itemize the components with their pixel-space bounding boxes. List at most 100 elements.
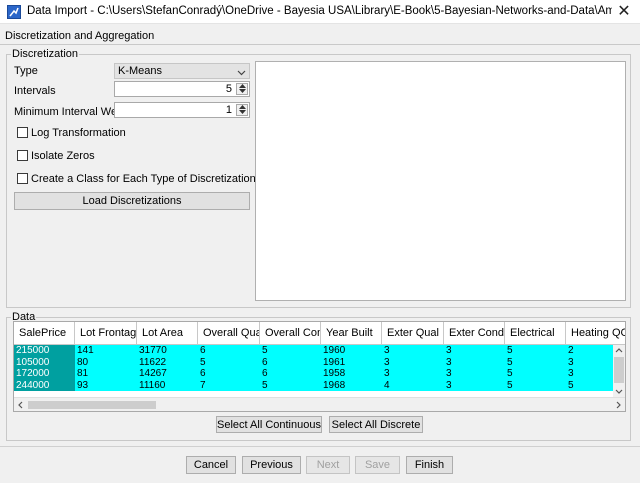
- table-cell[interactable]: 81: [75, 368, 137, 380]
- table-cell[interactable]: 215000: [14, 345, 75, 357]
- table-cell[interactable]: 3: [444, 379, 505, 391]
- table-row[interactable]: 244000 93 11160 7 5 1968 4 3 5 5: [14, 379, 614, 391]
- divider: [0, 446, 640, 447]
- table-cell[interactable]: 3: [444, 368, 505, 380]
- column-header[interactable]: Year Built: [321, 322, 382, 345]
- table-cell[interactable]: 3: [444, 345, 505, 357]
- table-cell[interactable]: 4: [382, 379, 444, 391]
- intervals-stepper[interactable]: 5: [114, 81, 250, 97]
- previous-button[interactable]: Previous: [242, 456, 301, 474]
- intervals-label: Intervals: [14, 85, 56, 97]
- spinner-buttons[interactable]: [236, 83, 248, 95]
- type-value: K-Means: [118, 65, 163, 77]
- log-transform-checkbox[interactable]: [17, 127, 28, 138]
- class-each-type-label: Create a Class for Each Type of Discreti…: [31, 173, 256, 185]
- spin-down-icon[interactable]: [237, 89, 247, 94]
- spinner-buttons[interactable]: [236, 104, 248, 116]
- close-icon[interactable]: ✕: [614, 2, 634, 21]
- table-cell[interactable]: 7: [198, 379, 260, 391]
- table-cell[interactable]: 5: [505, 356, 566, 368]
- table-cell[interactable]: 5: [198, 356, 260, 368]
- select-all-continuous-button[interactable]: Select All Continuous: [216, 416, 322, 433]
- table-cell[interactable]: 141: [75, 345, 137, 357]
- finish-button[interactable]: Finish: [406, 456, 453, 474]
- isolate-zeros-checkbox[interactable]: [17, 150, 28, 161]
- table-cell[interactable]: 6: [260, 368, 321, 380]
- scroll-left-icon[interactable]: [18, 401, 23, 409]
- table-cell[interactable]: 14267: [137, 368, 198, 380]
- table-cell[interactable]: 11622: [137, 356, 198, 368]
- spin-down-icon[interactable]: [237, 110, 247, 115]
- isolate-zeros-label: Isolate Zeros: [31, 150, 95, 162]
- table-cell[interactable]: 6: [198, 368, 260, 380]
- table-cell[interactable]: 3: [382, 356, 444, 368]
- log-transform-label: Log Transformation: [31, 127, 126, 139]
- table-cell[interactable]: 93: [75, 379, 137, 391]
- column-header[interactable]: Lot Area: [137, 322, 198, 345]
- table-row[interactable]: 172000 81 14267 6 6 1958 3 3 5 3: [14, 368, 614, 380]
- min-weight-value: 1: [225, 104, 232, 116]
- discretization-preview-panel: [255, 61, 626, 301]
- scroll-up-icon[interactable]: [615, 348, 623, 353]
- column-header[interactable]: Exter Qual: [382, 322, 444, 345]
- table-cell[interactable]: 3: [566, 356, 614, 368]
- vertical-scrollbar[interactable]: [613, 345, 625, 398]
- next-button[interactable]: Next: [306, 456, 350, 474]
- column-header[interactable]: SalePrice: [14, 322, 75, 345]
- table-cell[interactable]: 1960: [321, 345, 382, 357]
- data-table[interactable]: SalePrice Lot Frontage Lot Area Overall …: [13, 321, 626, 412]
- column-header[interactable]: Overall Qual: [198, 322, 260, 345]
- chevron-down-icon: [237, 67, 246, 79]
- window-title: Data Import - C:\Users\StefanConradý\One…: [27, 5, 612, 17]
- table-cell[interactable]: 3: [382, 368, 444, 380]
- table-cell[interactable]: 31770: [137, 345, 198, 357]
- horizontal-scrollbar[interactable]: [14, 397, 625, 411]
- table-cell[interactable]: 1961: [321, 356, 382, 368]
- table-cell[interactable]: 11160: [137, 379, 198, 391]
- type-label: Type: [14, 65, 38, 77]
- table-cell[interactable]: 244000: [14, 379, 75, 391]
- column-header[interactable]: Electrical: [505, 322, 566, 345]
- type-select[interactable]: K-Means: [114, 63, 250, 79]
- table-row[interactable]: 105000 80 11622 5 6 1961 3 3 5 3: [14, 356, 614, 368]
- class-each-type-checkbox[interactable]: [17, 173, 28, 184]
- table-header: SalePrice Lot Frontage Lot Area Overall …: [14, 322, 625, 345]
- save-button[interactable]: Save: [355, 456, 400, 474]
- scroll-thumb[interactable]: [28, 401, 156, 409]
- table-cell[interactable]: 5: [505, 379, 566, 391]
- intervals-value: 5: [225, 83, 232, 95]
- scroll-right-icon[interactable]: [616, 401, 621, 409]
- table-cell[interactable]: 2: [566, 345, 614, 357]
- table-cell[interactable]: 6: [260, 356, 321, 368]
- scroll-thumb[interactable]: [614, 357, 624, 383]
- app-icon: [7, 5, 21, 19]
- table-row[interactable]: 215000 141 31770 6 5 1960 3 3 5 2: [14, 345, 614, 357]
- table-cell[interactable]: 6: [198, 345, 260, 357]
- table-body: 215000 141 31770 6 5 1960 3 3 5 2 105000…: [14, 345, 614, 397]
- table-cell[interactable]: 5: [505, 368, 566, 380]
- table-cell[interactable]: 5: [260, 345, 321, 357]
- column-header[interactable]: Overall Cond: [260, 322, 321, 345]
- table-cell[interactable]: 3: [566, 368, 614, 380]
- divider: [0, 44, 640, 45]
- column-header[interactable]: Heating QC: [566, 322, 625, 345]
- table-cell[interactable]: 80: [75, 356, 137, 368]
- table-cell[interactable]: 1958: [321, 368, 382, 380]
- load-discretizations-button[interactable]: Load Discretizations: [14, 192, 250, 210]
- table-cell[interactable]: 5: [260, 379, 321, 391]
- table-cell[interactable]: 105000: [14, 356, 75, 368]
- table-cell[interactable]: 3: [444, 356, 505, 368]
- title-bar: Data Import - C:\Users\StefanConradý\One…: [0, 0, 640, 24]
- table-cell[interactable]: 3: [382, 345, 444, 357]
- discretization-legend: Discretization: [12, 48, 79, 60]
- min-weight-stepper[interactable]: 1: [114, 102, 250, 118]
- table-cell[interactable]: 5: [505, 345, 566, 357]
- column-header[interactable]: Lot Frontage: [75, 322, 137, 345]
- scroll-down-icon[interactable]: [615, 389, 623, 394]
- table-cell[interactable]: 172000: [14, 368, 75, 380]
- cancel-button[interactable]: Cancel: [186, 456, 236, 474]
- table-cell[interactable]: 5: [566, 379, 614, 391]
- table-cell[interactable]: 1968: [321, 379, 382, 391]
- column-header[interactable]: Exter Cond: [444, 322, 505, 345]
- select-all-discrete-button[interactable]: Select All Discrete: [329, 416, 423, 433]
